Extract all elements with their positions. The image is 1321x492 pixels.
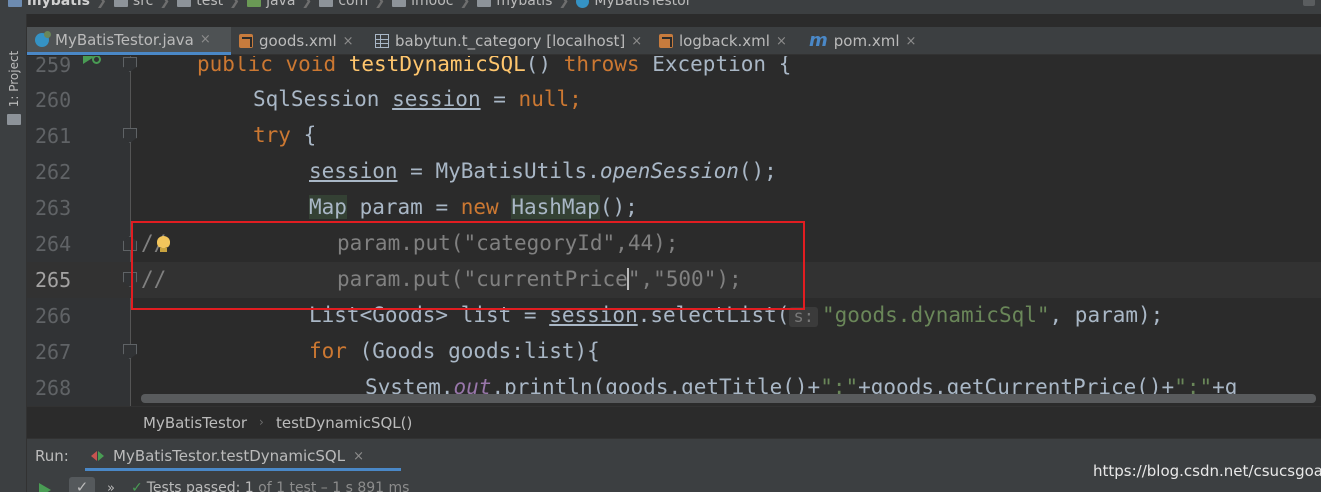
java-class-icon	[35, 30, 51, 47]
tab-close-icon[interactable]: ×	[906, 34, 917, 49]
tab-logback-xml[interactable]: logback.xml ×	[651, 27, 787, 55]
code-text: SqlSession session = null;	[253, 87, 582, 111]
tab-close-icon[interactable]: ×	[343, 34, 354, 49]
code-text: param.put("categoryId",44);	[337, 231, 679, 255]
run-label: Run:	[35, 447, 69, 465]
nav-crumb-class[interactable]: MyBatisTestor	[576, 0, 692, 9]
horizontal-scrollbar[interactable]	[141, 394, 1316, 403]
code-line[interactable]: 267 for (Goods goods:list){	[27, 334, 1321, 370]
breadcrumb-separator-icon: ›	[259, 415, 264, 429]
line-number: 261	[35, 124, 72, 148]
code-line[interactable]: 261 try {	[27, 118, 1321, 154]
fold-marker-icon[interactable]	[123, 344, 137, 359]
parameter-hint: s:	[789, 307, 818, 327]
passed-check-icon: ✓	[131, 480, 143, 492]
code-line[interactable]: 259 public void testDynamicSQL() throws …	[27, 56, 1321, 83]
code-text: public void testDynamicSQL() throws Exce…	[197, 56, 792, 76]
test-sources-folder-icon	[247, 0, 262, 7]
rerun-icon[interactable]	[39, 483, 51, 492]
test-run-config-icon	[91, 450, 105, 462]
run-test-gutter-icon[interactable]	[83, 56, 105, 67]
navigation-bar: mybatis ❯ src ❯ test ❯ java ❯ com ❯ imoo…	[0, 0, 1321, 14]
code-text: Map param = new HashMap();	[309, 195, 638, 219]
folder-icon	[113, 0, 128, 7]
code-line[interactable]: 262 session = MyBatisUtils.openSession()…	[27, 154, 1321, 190]
line-number: 263	[35, 196, 72, 220]
nav-separator-icon: ❯	[459, 0, 471, 9]
nav-crumb-mybatis-pkg[interactable]: mybatis	[477, 0, 552, 9]
code-line[interactable]: 266 List<Goods> list = session.selectLis…	[27, 298, 1321, 334]
tab-close-icon[interactable]: ×	[200, 32, 211, 47]
code-text: session = MyBatisUtils.openSession();	[309, 159, 777, 183]
nav-separator-icon: ❯	[159, 0, 171, 9]
run-config-tab[interactable]: MyBatisTestor.testDynamicSQL ×	[85, 441, 370, 471]
fold-marker-icon[interactable]	[123, 236, 137, 251]
tab-goods-xml[interactable]: goods.xml ×	[231, 27, 354, 55]
expand-icon[interactable]: »	[107, 481, 115, 492]
tab-close-icon[interactable]: ×	[631, 34, 642, 49]
database-table-icon	[375, 34, 389, 48]
navbar-action-icon[interactable]	[1303, 0, 1315, 6]
watermark-url: https://blog.csdn.net/csucsgoat	[1093, 462, 1321, 480]
nav-crumb-test[interactable]: test	[177, 0, 223, 9]
nav-separator-icon: ❯	[301, 0, 313, 9]
nav-crumb-module[interactable]: mybatis	[8, 0, 90, 9]
code-line[interactable]: 260 SqlSession session = null;	[27, 82, 1321, 118]
line-number: 265	[35, 268, 72, 292]
nav-separator-icon: ❯	[558, 0, 570, 9]
tab-babytun-t-category[interactable]: babytun.t_category [localhost] ×	[367, 27, 642, 55]
nav-crumb-imooc[interactable]: imooc	[392, 0, 454, 9]
nav-separator-icon: ❯	[96, 0, 107, 9]
fold-marker-icon[interactable]	[123, 57, 137, 72]
nav-separator-icon: ❯	[229, 0, 241, 9]
lightbulb-icon[interactable]	[157, 236, 170, 252]
package-icon	[319, 0, 334, 7]
project-tool-tab[interactable]: 1: Project	[5, 44, 23, 128]
code-text: List<Goods> list = session.selectList(s:…	[309, 303, 1164, 327]
code-line[interactable]: 264 // param.put("categoryId",44);	[27, 226, 1321, 262]
tab-pom-xml[interactable]: m pom.xml ×	[801, 27, 916, 55]
nav-separator-icon: ❯	[374, 0, 386, 9]
line-number: 259	[35, 56, 72, 77]
editor-tab-bar: MyBatisTestor.java × goods.xml × babytun…	[27, 27, 1321, 55]
line-number: 262	[35, 160, 72, 184]
left-tool-strip: 1: Project	[0, 14, 27, 492]
line-number: 268	[35, 376, 72, 400]
code-text: //	[141, 267, 167, 291]
nav-crumb-java[interactable]: java	[247, 0, 295, 9]
xml-file-icon	[239, 34, 253, 48]
active-tab-indicator	[85, 468, 401, 471]
line-number: 266	[35, 304, 72, 328]
nav-crumb-src[interactable]: src	[113, 0, 153, 9]
fold-marker-icon[interactable]	[123, 128, 137, 143]
package-icon	[392, 0, 407, 7]
code-text: for (Goods goods:list){	[309, 339, 600, 363]
class-icon	[576, 0, 590, 8]
line-number: 264	[35, 232, 72, 256]
test-status: ✓ Tests passed: 1 of 1 test – 1 s 891 ms	[131, 480, 409, 492]
code-line[interactable]: 263 Map param = new HashMap();	[27, 190, 1321, 226]
line-number: 267	[35, 340, 72, 364]
breadcrumb-class[interactable]: MyBatisTestor	[143, 414, 247, 432]
code-line-current[interactable]: 265 // param.put("currentPrice","500");	[27, 262, 1321, 298]
project-folder-icon	[7, 114, 21, 125]
code-text: param.put("currentPrice","500");	[337, 267, 742, 291]
code-editor[interactable]: 259 public void testDynamicSQL() throws …	[27, 56, 1321, 406]
show-passed-toggle-icon[interactable]: ✓	[69, 477, 95, 492]
nav-crumb-com[interactable]: com	[319, 0, 368, 9]
package-icon	[477, 0, 492, 7]
fold-marker-icon[interactable]	[123, 272, 137, 287]
folder-icon	[177, 0, 192, 7]
tab-mybatistestor-java[interactable]: MyBatisTestor.java ×	[27, 27, 231, 55]
tab-close-icon[interactable]: ×	[776, 34, 787, 49]
code-text: try {	[253, 123, 317, 147]
module-folder-icon	[8, 0, 22, 7]
line-number: 260	[35, 88, 72, 112]
breadcrumb-method[interactable]: testDynamicSQL()	[276, 414, 412, 432]
editor-breadcrumb: MyBatisTestor › testDynamicSQL()	[27, 406, 1321, 438]
tab-close-icon[interactable]: ×	[353, 449, 364, 464]
maven-icon: m	[809, 30, 828, 51]
xml-file-icon	[659, 34, 673, 48]
